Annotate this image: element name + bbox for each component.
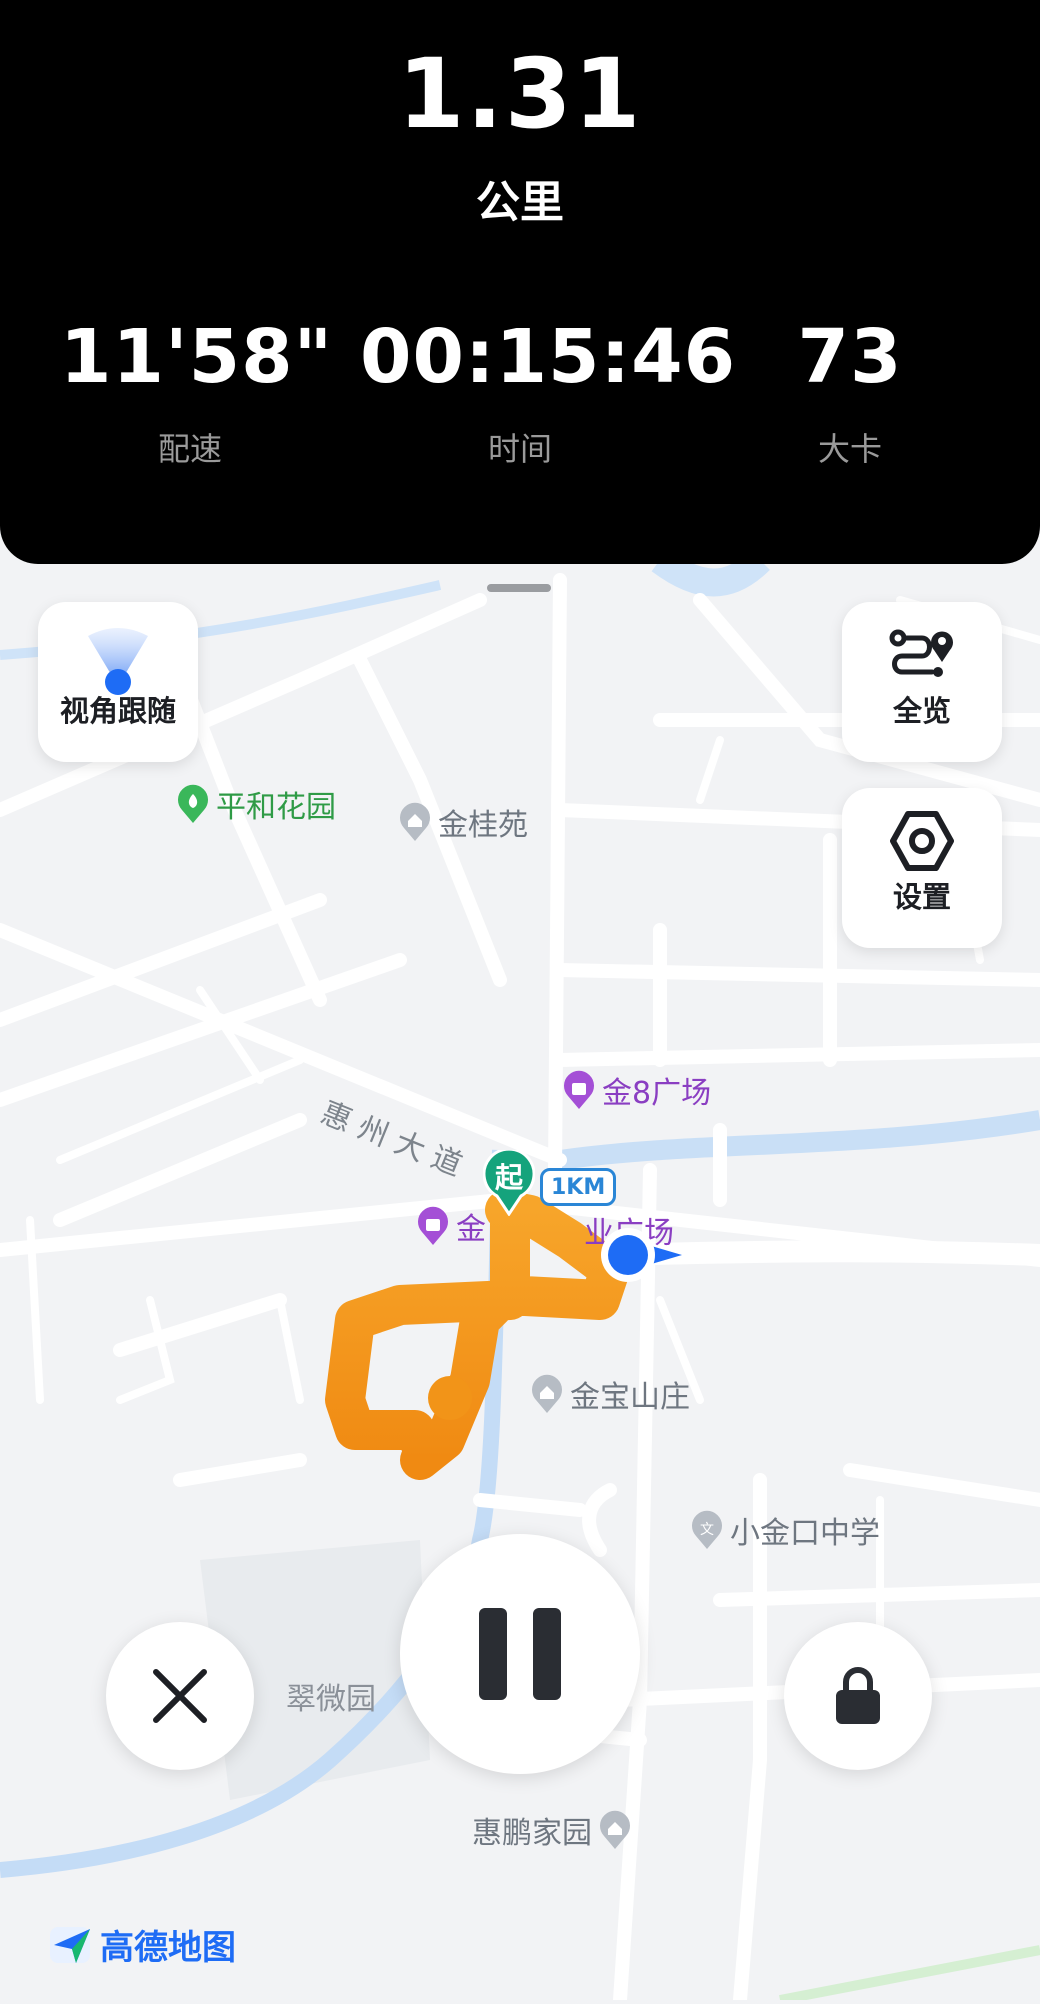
poi-label: 金桂苑 [438,808,528,843]
poi-label: 翠微园 [286,1682,376,1717]
pace-label: 配速 [157,430,222,468]
poi-label: 金 [456,1212,486,1247]
settings-label: 设置 [892,880,951,914]
overview-label: 全览 [892,694,951,728]
settings-button[interactable]: 设置 [842,788,1002,948]
calories-label: 大卡 [817,430,882,468]
km-marker: 1KM [540,1168,617,1206]
pause-button[interactable] [400,1534,640,1774]
poi-label: 惠鹏家园 [472,1816,592,1851]
km-marker-label: 1KM [551,1174,606,1200]
pace-value: 11'58" [60,314,334,400]
amap-logo: 高德地图 [50,1920,236,1969]
poi-cuiwei[interactable]: 翠微园 [286,1674,376,1718]
start-marker-label: 起 [494,1161,523,1194]
svg-text:文: 文 [700,1522,714,1538]
distance-value: 1.31 [397,38,643,150]
residence-pin-icon [532,1374,562,1413]
poi-xiaojinkou[interactable]: 文 小金口中学 [690,1508,880,1552]
time-stat: 00:15:46 时间 [360,314,737,470]
follow-view-label: 视角跟随 [59,694,176,728]
amap-logo-text: 高德地图 [100,1928,236,1968]
lock-icon [836,1667,880,1724]
poi-jinbao[interactable]: 金宝山庄 [530,1372,690,1416]
distance-unit: 公里 [476,177,564,228]
pace-stat: 11'58" 配速 [60,314,334,470]
poi-huipeng[interactable]: 惠鹏家园 [472,1808,632,1852]
shopping-pin-icon [564,1070,594,1109]
time-label: 时间 [487,430,552,468]
settings-hexagon-icon [890,811,954,871]
panel-drag-handle[interactable] [487,584,551,592]
time-value: 00:15:46 [360,314,737,400]
poi-jingui[interactable]: 金桂苑 [398,800,528,844]
end-run-button[interactable] [106,1622,254,1770]
poi-label: 金8广场 [602,1076,712,1111]
follow-view-icon [88,628,148,695]
school-pin-icon: 文 [692,1510,722,1549]
residence-pin-icon [400,802,430,841]
start-marker: 起 [482,1147,536,1217]
amap-logo-icon [50,1926,90,1963]
shopping-pin-icon [418,1206,448,1245]
follow-view-button[interactable]: 视角跟随 [38,602,198,762]
poi-jinplaza[interactable]: 金 [416,1204,486,1248]
poi-label: 小金口中学 [730,1516,880,1551]
pause-icon [479,1608,561,1700]
lock-button[interactable] [784,1622,932,1770]
poi-pinghe[interactable]: 平和花园 [176,782,336,826]
route-overview-icon [889,629,953,677]
calories-stat: 73 大卡 [740,320,960,470]
poi-label: 金宝山庄 [570,1380,690,1415]
stats-panel: 1.31 公里 11'58" 配速 00:15:46 时间 73 大卡 [0,0,1040,564]
calories-value: 73 [797,314,903,400]
poi-jin8[interactable]: 金8广场 [562,1068,711,1112]
close-icon [153,1669,207,1723]
park-pin-icon [178,784,208,823]
overview-button[interactable]: 全览 [842,602,1002,762]
poi-label: 平和花园 [216,790,336,825]
current-location-icon [601,1228,682,1282]
residence-pin-icon [600,1810,630,1849]
